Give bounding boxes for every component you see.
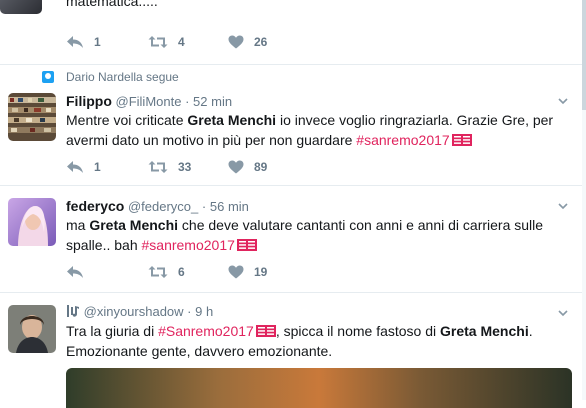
reply-icon [67,36,83,48]
retweet-icon [148,36,168,48]
separator: · [185,94,190,109]
scrollbar-thumb[interactable] [582,0,586,110]
chevron-down-icon[interactable] [558,308,568,318]
follow-icon [42,71,54,83]
like-button[interactable]: 89 [228,159,267,175]
handle[interactable]: @FiliMonte [116,94,182,109]
text-segment: Tra la giuria di [66,323,159,339]
tweet[interactable]: Dario Nardella segue Filippo @FiliMonte … [0,64,582,186]
tweet[interactable]: matematica..... 1 4 26 [0,0,582,65]
heart-icon [228,160,244,174]
like-count: 26 [254,35,268,49]
music-note-icon [67,305,79,317]
chevron-down-icon[interactable] [558,96,568,106]
reply-icon [67,161,83,173]
avatar[interactable] [8,305,56,353]
tweet[interactable]: federyco @federyco_ · 56 min ma Greta Me… [0,185,582,293]
reply-button[interactable]: 1 [66,34,101,50]
retweet-button[interactable]: 33 [148,159,191,175]
scrollbar[interactable] [582,0,586,400]
social-context: Dario Nardella segue [42,70,179,84]
tweet-header: Filippo @FiliMonte · 52 min [66,93,232,109]
tweet-text: Mentre voi criticate Greta Menchi io inv… [66,110,566,150]
timestamp[interactable]: 52 min [193,94,232,109]
tweet-text: matematica..... [66,0,158,9]
sanremo-flag-icon [451,134,472,146]
handle[interactable]: @xinyourshadow [84,304,184,319]
sanremo-flag-icon [236,239,257,251]
display-name[interactable]: federyco [66,198,124,214]
like-button[interactable]: 26 [228,34,267,50]
hashtag-link[interactable]: #Sanremo2017 [158,323,254,339]
retweet-count: 6 [178,265,185,279]
reply-icon [67,266,83,278]
heart-icon [228,265,244,279]
retweet-button[interactable]: 6 [148,264,185,280]
hashtag-link[interactable]: #sanremo2017 [142,237,235,253]
hashtag-link[interactable]: #sanremo2017 [356,132,449,148]
handle[interactable]: @federyco_ [128,199,198,214]
chevron-down-icon[interactable] [558,201,568,211]
timestamp[interactable]: 56 min [210,199,249,214]
display-name[interactable]: Filippo [66,93,112,109]
tweet-text: ma Greta Menchi che deve valutare cantan… [66,215,566,255]
retweet-count: 4 [178,35,185,49]
separator: · [187,304,192,319]
like-button[interactable]: 19 [228,264,267,280]
reply-count: 1 [94,35,101,49]
avatar[interactable] [8,198,56,246]
reply-count: 1 [94,160,101,174]
text-segment: Mentre voi criticate [66,112,188,128]
tweet-media-image[interactable] [66,368,572,408]
sanremo-flag-icon [255,325,276,337]
retweet-icon [148,161,168,173]
like-count: 89 [254,160,268,174]
avatar[interactable] [8,93,56,141]
retweet-icon [148,266,168,278]
highlighted-term: Greta Menchi [89,217,179,233]
tweet-header: @xinyourshadow · 9 h [66,304,213,319]
context-text[interactable]: Dario Nardella segue [66,70,179,84]
like-count: 19 [254,265,268,279]
highlighted-term: Greta Menchi [187,112,277,128]
text-segment: ma [66,217,90,233]
heart-icon [228,35,244,49]
reply-button[interactable] [66,264,94,280]
timestamp[interactable]: 9 h [195,304,213,319]
retweet-button[interactable]: 4 [148,34,185,50]
reply-button[interactable]: 1 [66,159,101,175]
text-segment: , spicca il nome fastoso di [275,323,441,339]
retweet-count: 33 [178,160,192,174]
highlighted-term: Greta Menchi [440,323,529,339]
avatar[interactable] [0,0,42,14]
separator: · [201,199,207,214]
tweet-header: federyco @federyco_ · 56 min [66,198,249,214]
tweet-text: Tra la giuria di #Sanremo2017 , spicca il… [66,321,566,361]
